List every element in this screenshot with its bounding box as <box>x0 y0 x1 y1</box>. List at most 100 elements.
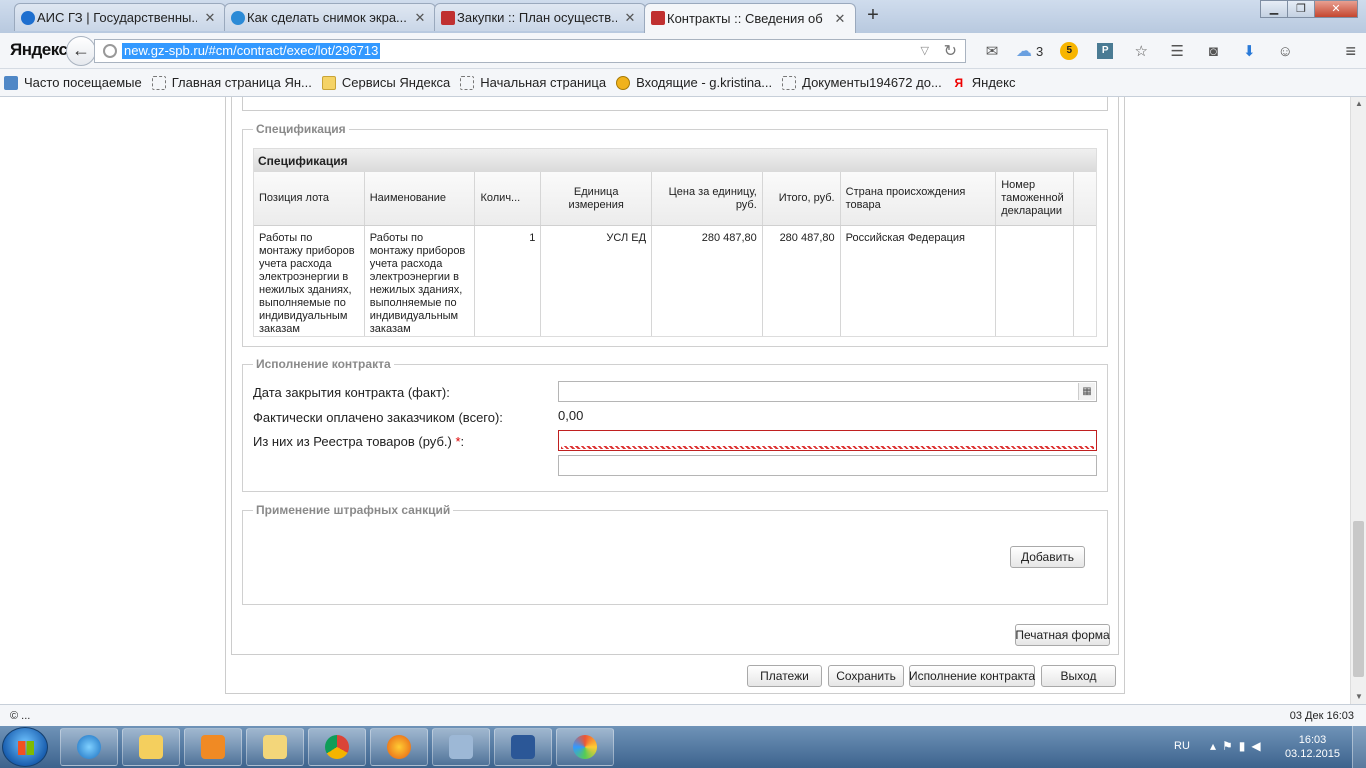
page-icon <box>460 75 475 90</box>
registry-input[interactable] <box>558 430 1097 451</box>
bookmark-star-icon[interactable]: ☆ <box>1129 39 1153 63</box>
bookmark-item[interactable]: Входящие - g.kristina... <box>616 75 772 90</box>
exit-button[interactable]: Выход <box>1041 665 1116 687</box>
start-button[interactable] <box>2 727 48 767</box>
url-text[interactable]: new.gz-spb.ru/#cm/contract/exec/lot/2967… <box>122 43 381 59</box>
chevron-down-icon[interactable]: ▽ <box>921 44 929 57</box>
tab-zakupki-plan[interactable]: Закупки :: План осуществ... ✕ <box>434 3 646 31</box>
word-icon <box>511 735 535 759</box>
close-window-button[interactable]: ✕ <box>1314 0 1358 18</box>
column-header[interactable]: Итого, руб. <box>763 172 841 225</box>
globe-icon <box>21 11 35 25</box>
scroll-thumb[interactable] <box>1353 521 1364 677</box>
close-date-field[interactable]: ▦ <box>558 381 1097 402</box>
minimize-button[interactable]: ▁ <box>1260 0 1288 18</box>
clock[interactable]: 16:03 03.12.2015 <box>1285 733 1340 761</box>
calendar-icon[interactable]: ▦ <box>1078 383 1095 400</box>
penalties-group: Применение штрафных санкций Добавить <box>242 503 1108 605</box>
bookmark-item[interactable]: Сервисы Яндекса <box>321 75 450 90</box>
address-bar[interactable]: new.gz-spb.ru/#cm/contract/exec/lot/2967… <box>94 39 966 63</box>
weather-temp: 3 <box>1036 43 1044 59</box>
bookmark-label: Часто посещаемые <box>24 75 142 90</box>
paid-label: Фактически оплачено заказчиком (всего): <box>253 410 503 425</box>
windows-logo-icon <box>18 741 34 755</box>
hamburger-menu-icon[interactable]: ≡ <box>1345 41 1356 62</box>
scanner-icon <box>449 735 473 759</box>
folder-icon <box>321 75 336 90</box>
tab-title: Закупки :: План осуществ... <box>457 10 617 25</box>
taskbar-chrome[interactable] <box>308 728 366 766</box>
brand-label: Яндекс <box>10 40 68 59</box>
coin-icon[interactable]: 5 <box>1057 39 1081 63</box>
close-icon[interactable]: ✕ <box>203 10 217 26</box>
page-scrollbar[interactable]: ▲ ▼ <box>1350 97 1366 704</box>
payments-button[interactable]: Платежи <box>747 665 822 687</box>
parking-icon[interactable]: P <box>1093 39 1117 63</box>
taskbar-word[interactable] <box>494 728 552 766</box>
download-icon[interactable]: ⬇ <box>1237 39 1261 63</box>
tab-screenshot-howto[interactable]: Как сделать снимок экра... ✕ <box>224 3 436 31</box>
mail-icon[interactable]: ✉ <box>980 39 1004 63</box>
taskbar-scanner[interactable] <box>432 728 490 766</box>
column-header[interactable]: Номер таможенной декларации <box>996 172 1075 225</box>
taskbar-paint[interactable] <box>556 728 614 766</box>
bookmarks-list-icon[interactable]: ☰ <box>1165 39 1189 63</box>
add-penalty-button[interactable]: Добавить <box>1010 546 1085 568</box>
cell-position: Работы по монтажу приборов учета расхода… <box>254 226 365 336</box>
contract-execution-button[interactable]: Исполнение контракта <box>909 665 1035 687</box>
scroll-down-icon[interactable]: ▼ <box>1351 690 1366 704</box>
tab-ais-gz[interactable]: АИС ГЗ | Государственны... ✕ <box>14 3 226 31</box>
cell-price: 280 487,80 <box>652 226 763 336</box>
reload-icon[interactable]: ↻ <box>944 41 957 61</box>
column-header[interactable]: Колич... <box>475 172 542 225</box>
extra-input[interactable] <box>558 455 1097 476</box>
taskbar-explorer[interactable] <box>122 728 180 766</box>
table-row[interactable]: Работы по монтажу приборов учета расхода… <box>254 226 1096 336</box>
arrow-left-icon: ← <box>72 40 90 60</box>
taskbar-firefox[interactable] <box>370 728 428 766</box>
show-desktop-button[interactable] <box>1352 726 1366 768</box>
taskbar-outlook[interactable] <box>246 728 304 766</box>
system-tray: RU ▴⚑▮◀ 16:03 03.12.2015 <box>1166 726 1366 768</box>
window-controls: ▁ ❐ ✕ <box>1260 0 1358 18</box>
column-header[interactable]: Цена за единицу, руб. <box>652 172 763 225</box>
back-button[interactable]: ← <box>66 36 96 66</box>
bookmark-label: Яндекс <box>971 75 1016 90</box>
column-header[interactable]: Наименование <box>365 172 476 225</box>
bookmark-label: Главная страница Ян... <box>171 75 312 90</box>
windows-taskbar: RU ▴⚑▮◀ 16:03 03.12.2015 <box>0 726 1366 768</box>
restore-button[interactable]: ❐ <box>1287 0 1315 18</box>
column-header[interactable]: Единица измерения <box>541 172 653 225</box>
globe-icon <box>103 44 117 58</box>
bookmark-item[interactable]: Начальная страница <box>460 75 606 90</box>
print-form-button[interactable]: Печатная форма <box>1015 624 1110 646</box>
scroll-up-icon[interactable]: ▲ <box>1351 97 1366 111</box>
cell-spacer <box>1074 226 1096 336</box>
bookmark-item[interactable]: Документы194672 до... <box>782 75 942 90</box>
tray-icons[interactable]: ▴⚑▮◀ <box>1210 739 1267 753</box>
taskbar-media[interactable] <box>184 728 242 766</box>
save-button[interactable]: Сохранить <box>828 665 904 687</box>
outlook-icon <box>263 735 287 759</box>
column-header[interactable]: Позиция лота <box>254 172 365 225</box>
bookmark-item[interactable]: Часто посещаемые <box>4 75 142 90</box>
spec-legend: Спецификация <box>253 122 349 136</box>
bookmark-item[interactable]: Главная страница Ян... <box>151 75 312 90</box>
tab-contracts[interactable]: Контракты :: Сведения об ... ✕ <box>644 3 856 33</box>
close-icon[interactable]: ✕ <box>413 10 427 26</box>
weather-widget[interactable]: ☁ 3 <box>1016 41 1043 61</box>
folder-icon <box>139 735 163 759</box>
contract-panel: Спецификация Спецификация Позиция лота Н… <box>225 97 1125 694</box>
language-indicator[interactable]: RU <box>1174 740 1190 752</box>
new-tab-button[interactable]: + <box>862 5 884 27</box>
pocket-icon[interactable]: ◙ <box>1201 39 1225 63</box>
taskbar-ie[interactable] <box>60 728 118 766</box>
close-icon[interactable]: ✕ <box>833 11 847 27</box>
close-icon[interactable]: ✕ <box>623 10 637 26</box>
cell-unit: УСЛ ЕД <box>541 226 653 336</box>
page-viewport: Спецификация Спецификация Позиция лота Н… <box>0 97 1350 704</box>
bookmark-item[interactable]: Я Яндекс <box>952 75 1016 90</box>
column-header[interactable]: Страна происхождения товара <box>841 172 997 225</box>
smiley-icon[interactable]: ☺ <box>1273 39 1297 63</box>
browser-brand[interactable]: Яндекс <box>10 40 68 60</box>
